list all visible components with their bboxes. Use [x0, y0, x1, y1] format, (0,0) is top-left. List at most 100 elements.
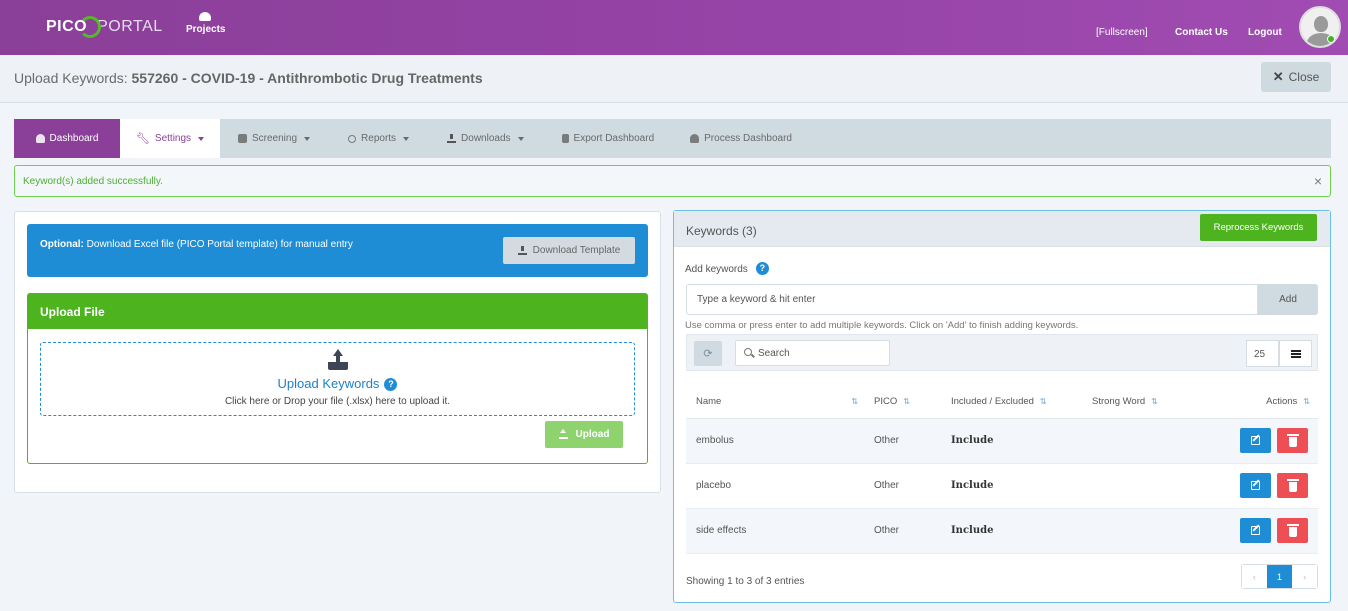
sort-icon: ⇅	[1151, 396, 1158, 406]
delete-button[interactable]	[1277, 428, 1308, 453]
logout-link[interactable]: Logout	[1248, 27, 1282, 38]
template-info-box: Optional: Download Excel file (PICO Port…	[27, 224, 648, 277]
list-icon	[1291, 350, 1301, 358]
success-alert: Keyword(s) added successfully. ×	[14, 165, 1331, 197]
upload-button[interactable]: Upload	[545, 421, 623, 448]
keyword-pico: Other	[864, 463, 941, 509]
trash-icon	[1286, 523, 1299, 537]
page-header: Upload Keywords: 557260 - COVID-19 - Ant…	[0, 55, 1348, 103]
column-header-included-excluded[interactable]: Included / Excluded ⇅	[941, 385, 1082, 419]
column-header-actions[interactable]: Actions ⇅	[1188, 385, 1318, 419]
clipboard-icon	[561, 134, 569, 143]
table-row: side effects Other Include	[686, 508, 1318, 554]
dropzone-title: Upload Keywords?	[41, 376, 634, 391]
table-search-input[interactable]	[735, 340, 890, 366]
column-header-pico[interactable]: PICO ⇅	[864, 385, 941, 419]
edit-button[interactable]	[1240, 518, 1271, 543]
edit-icon	[1251, 526, 1260, 535]
add-keywords-label: Add keywords?	[685, 262, 769, 275]
pagination: ‹ 1 ›	[1241, 564, 1318, 589]
sort-icon: ⇅	[1039, 396, 1047, 406]
column-header-strong-word[interactable]: Strong Word ⇅	[1082, 385, 1188, 419]
page-title: Upload Keywords: 557260 - COVID-19 - Ant…	[14, 70, 483, 86]
file-dropzone[interactable]: Upload Keywords? Click here or Drop your…	[40, 342, 635, 416]
tab-export-dashboard[interactable]: Export Dashboard	[542, 119, 673, 158]
refresh-button[interactable]: ⟳	[694, 341, 722, 366]
download-template-button[interactable]: Download Template	[503, 237, 635, 264]
logo-ring-icon	[79, 16, 102, 38]
table-row: embolus Other Include	[686, 418, 1318, 464]
caret-down-icon	[403, 136, 410, 141]
page-size-select[interactable]: 25	[1246, 340, 1279, 367]
top-navbar: PICO PORTAL Projects [Fullscreen] Contac…	[0, 0, 1348, 55]
page-1-button[interactable]: 1	[1266, 565, 1293, 588]
add-keywords-hint: Use comma or press enter to add multiple…	[685, 320, 1079, 331]
table-info: Showing 1 to 3 of 3 entries	[686, 576, 805, 587]
sort-icon: ⇅	[1303, 396, 1310, 406]
tab-downloads[interactable]: Downloads	[427, 119, 541, 158]
upload-icon	[328, 349, 348, 371]
refresh-icon: ⟳	[703, 348, 713, 360]
tab-dashboard[interactable]: Dashboard	[14, 119, 120, 158]
keyword-strong-word	[1082, 418, 1188, 464]
sort-icon: ⇅	[903, 396, 910, 406]
dashboard-icon	[690, 134, 700, 143]
keyword-status: Include	[941, 418, 1082, 464]
clipboard-check-icon	[238, 134, 247, 143]
table-header-row: Name ⇅ PICO ⇅ Included / Excluded ⇅ Strong …	[686, 385, 1318, 419]
reprocess-keywords-button[interactable]: Reprocess Keywords	[1200, 214, 1317, 241]
keyword-name: embolus	[686, 418, 864, 464]
caret-down-icon	[517, 136, 524, 141]
search-icon	[744, 348, 752, 356]
help-icon[interactable]: ?	[755, 262, 769, 275]
user-silhouette-icon	[1314, 16, 1328, 32]
edit-button[interactable]	[1240, 428, 1271, 453]
tab-reports[interactable]: Reports	[328, 119, 427, 158]
add-keyword-button[interactable]: Add	[1258, 284, 1318, 315]
keywords-panel-header: Keywords (3) Reprocess Keywords	[674, 211, 1330, 247]
columns-toggle-button[interactable]	[1279, 340, 1312, 367]
sort-icon: ⇅	[851, 396, 859, 406]
upload-file-card: Upload File Upload Keywords? Click here …	[27, 293, 648, 464]
upload-file-header: Upload File	[28, 294, 647, 329]
search-icon	[348, 134, 357, 143]
close-icon[interactable]: ×	[1314, 173, 1322, 189]
keyword-strong-word	[1082, 463, 1188, 509]
nav-projects[interactable]: Projects	[186, 12, 225, 35]
close-icon: ✕	[1272, 69, 1284, 84]
keyword-pico: Other	[864, 418, 941, 464]
tab-process-dashboard[interactable]: Process Dashboard	[672, 119, 810, 158]
keyword-status: Include	[941, 508, 1082, 554]
download-icon	[517, 246, 527, 255]
delete-button[interactable]	[1277, 473, 1308, 498]
keyword-name: side effects	[686, 508, 864, 554]
fullscreen-link[interactable]: [Fullscreen]	[1096, 27, 1148, 38]
previous-page-button[interactable]: ‹	[1242, 565, 1267, 588]
edit-button[interactable]	[1240, 473, 1271, 498]
delete-button[interactable]	[1277, 518, 1308, 543]
tab-screening[interactable]: Screening	[220, 119, 328, 158]
trash-icon	[1286, 433, 1299, 447]
user-avatar[interactable]	[1299, 6, 1341, 48]
dashboard-icon	[199, 12, 211, 21]
pico-portal-logo[interactable]: PICO PORTAL	[46, 16, 163, 38]
keyword-pico: Other	[864, 508, 941, 554]
project-tabs: Dashboard 🔧︎ Settings Screening Reports …	[14, 119, 1331, 158]
template-info-text: Optional: Download Excel file (PICO Port…	[40, 239, 353, 250]
dropzone-subtitle: Click here or Drop your file (.xlsx) her…	[224, 396, 451, 407]
keyword-strong-word	[1082, 508, 1188, 554]
contact-us-link[interactable]: Contact Us	[1175, 27, 1228, 38]
tab-settings[interactable]: 🔧︎ Settings	[120, 119, 220, 158]
caret-down-icon	[198, 136, 205, 141]
close-button[interactable]: ✕ Close	[1261, 62, 1331, 92]
keyword-name: placebo	[686, 463, 864, 509]
download-icon	[447, 134, 457, 143]
next-page-button[interactable]: ›	[1292, 565, 1317, 588]
help-icon[interactable]: ?	[384, 378, 398, 391]
keywords-panel: Keywords (3) Reprocess Keywords Add keyw…	[673, 210, 1331, 603]
column-header-name[interactable]: Name ⇅	[686, 385, 864, 419]
dashboard-icon	[35, 134, 45, 143]
upload-icon	[558, 429, 568, 439]
alert-message: Keyword(s) added successfully.	[23, 176, 163, 187]
keyword-input[interactable]	[686, 284, 1258, 315]
